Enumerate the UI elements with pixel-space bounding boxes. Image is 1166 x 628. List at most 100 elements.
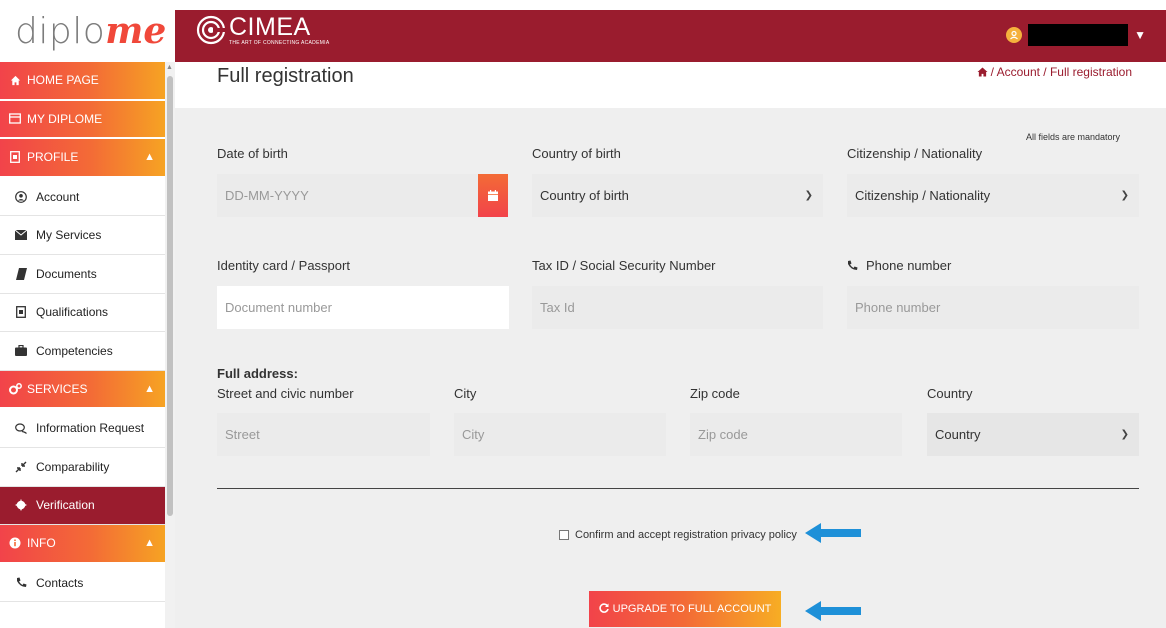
calendar-icon (488, 190, 498, 201)
phone-label: Phone number (847, 258, 951, 273)
city-input[interactable]: City (454, 413, 666, 456)
logo-accent-text: me (105, 10, 167, 52)
sidebar-item-label: Qualifications (36, 305, 109, 320)
logo-text: diplo (15, 10, 106, 52)
mandatory-note: All fields are mandatory (1025, 132, 1120, 142)
sidebar-item-label: Competencies (36, 343, 113, 358)
form-divider (217, 488, 1139, 489)
arrow-left-annotation-icon (805, 601, 861, 621)
home-icon (8, 73, 22, 87)
upgrade-button-label: UPGRADE TO FULL ACCOUNT (612, 603, 772, 615)
tax-id-label: Tax ID / Social Security Number (532, 258, 716, 273)
city-label: City (454, 386, 477, 401)
chevron-up-icon: ▲ (144, 383, 155, 396)
page-title: Full registration (217, 65, 354, 87)
info-icon (8, 536, 22, 550)
calendar-button[interactable] (478, 174, 508, 217)
chevron-down-icon: ❯ (804, 190, 813, 201)
chevron-down-icon: ❯ (1120, 190, 1129, 201)
sidebar: HOME PAGE MY DIPLOME PROFILE ▲ Account M… (0, 62, 165, 628)
sidebar-item-my-diplome[interactable]: MY DIPLOME (0, 100, 165, 140)
sidebar-item-competencies[interactable]: Competencies (0, 332, 165, 371)
sidebar-item-label: MY DIPLOME (27, 111, 103, 126)
street-input[interactable]: Street (217, 413, 430, 456)
cimea-name: CIMEA (229, 13, 311, 41)
sidebar-item-services[interactable]: SERVICES ▲ (0, 370, 165, 410)
sidebar-item-label: Verification (36, 498, 95, 513)
sidebar-item-profile[interactable]: PROFILE ▲ (0, 139, 165, 178)
document-number-input[interactable]: Document number (217, 286, 509, 329)
cimea-logo[interactable]: CIMEA THE ART OF CONNECTING ACADEMIA (195, 14, 330, 46)
sidebar-item-label: My Services (36, 228, 102, 243)
tax-id-input[interactable]: Tax Id (532, 286, 823, 329)
zip-label: Zip code (690, 386, 740, 401)
sidebar-item-label: Comparability (36, 459, 110, 474)
upgrade-account-button[interactable]: UPGRADE TO FULL ACCOUNT (589, 591, 781, 627)
identity-label: Identity card / Passport (217, 258, 350, 273)
cimea-tagline: THE ART OF CONNECTING ACADEMIA (229, 40, 330, 46)
registration-form: All fields are mandatory Date of birth D… (175, 108, 1166, 628)
scroll-up-arrow-icon[interactable]: ▲ (166, 64, 173, 71)
country-of-birth-select[interactable]: Country of birth ❯ (532, 174, 823, 217)
card-icon (8, 112, 22, 126)
sidebar-item-account[interactable]: Account (0, 178, 165, 217)
sidebar-item-contacts[interactable]: Contacts (0, 564, 165, 603)
user-menu[interactable]: ▼ (1006, 24, 1146, 46)
privacy-consent[interactable]: Confirm and accept registration privacy … (559, 529, 797, 541)
sidebar-item-label: Information Request (36, 421, 145, 436)
sidebar-scrollbar[interactable]: ▲ (165, 62, 175, 628)
user-avatar-icon (1006, 27, 1023, 43)
sidebar-item-comparability[interactable]: Comparability (0, 448, 165, 487)
dob-field[interactable]: DD-MM-YYYY (217, 174, 480, 217)
chevron-down-icon: ▼ (1134, 28, 1146, 42)
phone-icon (848, 260, 858, 270)
breadcrumb-path[interactable]: / Account / Full registration (991, 65, 1132, 79)
phone-input[interactable]: Phone number (847, 286, 1139, 329)
refresh-icon (598, 602, 609, 616)
home-icon[interactable] (977, 67, 988, 77)
sidebar-item-home[interactable]: HOME PAGE (0, 62, 165, 101)
sidebar-item-qualifications[interactable]: Qualifications (0, 294, 165, 333)
book-icon (14, 267, 28, 281)
cogs-icon (8, 382, 22, 396)
phone-icon (14, 576, 28, 590)
sidebar-item-information-request[interactable]: Information Request (0, 409, 165, 448)
cimea-emblem-icon (196, 15, 227, 45)
redacted-username (1028, 24, 1129, 46)
sidebar-item-label: HOME PAGE (27, 73, 99, 88)
file-icon (14, 305, 28, 319)
citizenship-select[interactable]: Citizenship / Nationality ❯ (847, 174, 1139, 217)
country-of-birth-label: Country of birth (532, 146, 621, 161)
select-value: Citizenship / Nationality (855, 188, 991, 203)
sidebar-item-documents[interactable]: Documents (0, 255, 165, 294)
briefcase-icon (14, 344, 28, 358)
user-circle-icon (14, 190, 28, 204)
country-label: Country (927, 386, 973, 401)
certificate-icon (14, 498, 28, 512)
arrow-left-annotation-icon (805, 523, 861, 543)
street-label: Street and civic number (217, 386, 354, 401)
breadcrumb: / Account / Full registration (977, 65, 1132, 79)
privacy-checkbox[interactable] (559, 530, 569, 540)
chevron-down-icon: ❯ (1120, 429, 1129, 440)
dob-label: Date of birth (217, 146, 288, 161)
sidebar-item-verification[interactable]: Verification (0, 486, 165, 526)
country-select[interactable]: Country ❯ (927, 413, 1139, 456)
scrollbar-thumb[interactable] (167, 76, 173, 516)
phone-label-text: Phone number (866, 258, 952, 273)
privacy-label: Confirm and accept registration privacy … (575, 529, 797, 541)
compress-icon (14, 460, 28, 474)
envelope-icon (14, 228, 28, 242)
sidebar-item-label: INFO (27, 536, 56, 551)
zip-input[interactable]: Zip code (690, 413, 902, 456)
sidebar-item-label: SERVICES (27, 382, 88, 397)
sidebar-item-info[interactable]: INFO ▲ (0, 525, 165, 564)
chevron-up-icon: ▲ (144, 151, 155, 164)
comments-icon (14, 421, 28, 435)
select-value: Country (935, 427, 981, 442)
diplome-logo[interactable]: diplo me (0, 0, 175, 62)
sidebar-item-label: Documents (36, 266, 97, 281)
sidebar-item-my-services[interactable]: My Services (0, 216, 165, 255)
top-bar: CIMEA THE ART OF CONNECTING ACADEMIA ▼ (175, 10, 1166, 62)
address-section-title: Full address: (217, 366, 298, 381)
